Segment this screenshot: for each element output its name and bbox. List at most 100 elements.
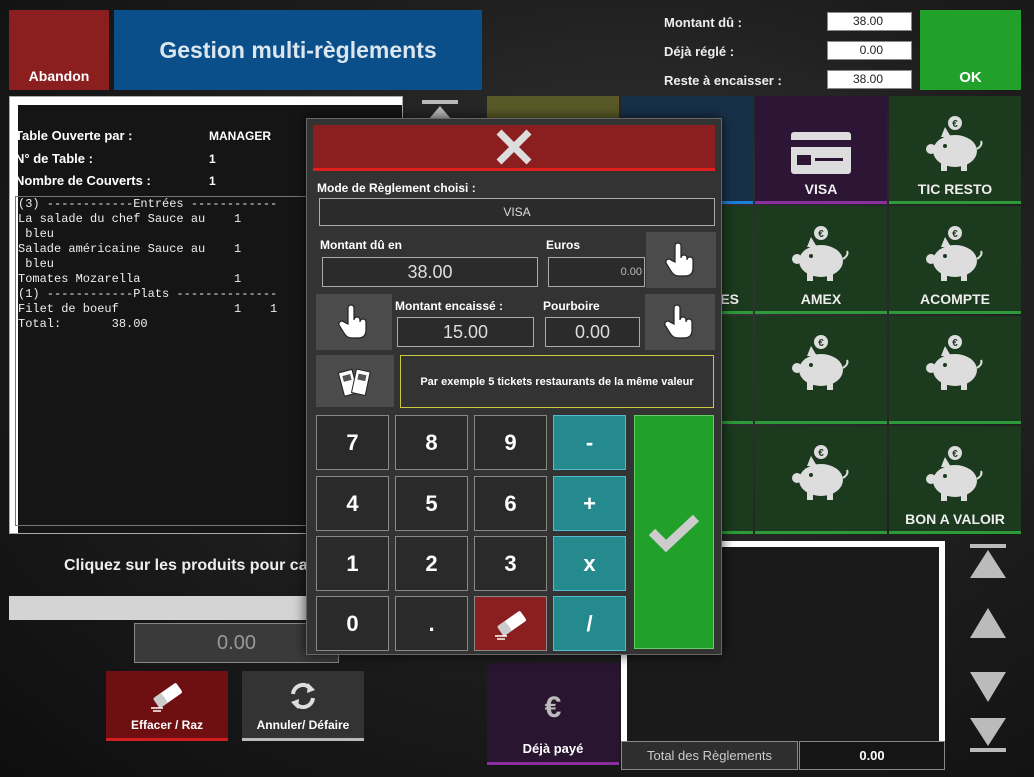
ok-button[interactable]: OK bbox=[920, 10, 1021, 90]
svg-text:€: € bbox=[952, 449, 958, 460]
piggy-bank-icon: € bbox=[926, 446, 983, 501]
clear-reset-label: Effacer / Raz bbox=[130, 718, 204, 732]
payment-bon-a-valoir-label: BON A VALOIR bbox=[905, 511, 1005, 527]
payment-bon-a-valoir-button[interactable]: € BON A VALOIR bbox=[889, 426, 1021, 534]
key-4[interactable]: 4 bbox=[316, 476, 389, 531]
abandon-label: Abandon bbox=[28, 68, 90, 84]
payment-visa-label: VISA bbox=[804, 181, 838, 197]
piggy-bank-icon: € bbox=[792, 226, 849, 281]
tip-field[interactable]: 0.00 bbox=[545, 317, 640, 347]
svg-text:€: € bbox=[818, 229, 824, 240]
hand-pointer-icon bbox=[664, 304, 693, 339]
payment-acompte-label: ACOMPTE bbox=[920, 291, 990, 307]
payment-dialog: Mode de Règlement choisi : VISA Montant … bbox=[306, 118, 722, 655]
svg-text:€: € bbox=[952, 119, 958, 130]
ticket-line: La salade du chef Sauce au 1 bbox=[18, 212, 242, 226]
product-hint: Cliquez sur les produits pour ca bbox=[64, 557, 308, 574]
euros-label: Euros bbox=[546, 238, 581, 252]
ticket-line: bleu bbox=[18, 227, 55, 241]
piggy-bank-icon: € bbox=[926, 226, 983, 281]
covers-value: 1 bbox=[209, 174, 216, 188]
key-3[interactable]: 3 bbox=[474, 536, 547, 591]
key-plus[interactable]: + bbox=[553, 476, 626, 531]
close-dialog-button[interactable] bbox=[313, 125, 715, 171]
amount-due-label: Montant dû : bbox=[664, 15, 742, 30]
key-0[interactable]: 0 bbox=[316, 596, 389, 651]
hand-pointer-button[interactable] bbox=[645, 294, 715, 350]
already-paid-value: 0.00 bbox=[827, 41, 912, 60]
table-number-value: 1 bbox=[209, 152, 216, 166]
cashed-amount-field[interactable]: 15.00 bbox=[397, 317, 534, 347]
key-8[interactable]: 8 bbox=[395, 415, 468, 470]
undo-label: Annuler/ Défaire bbox=[256, 718, 350, 732]
payment-amex-label: AMEX bbox=[800, 291, 842, 307]
tickets-icon bbox=[337, 368, 371, 397]
euro-icon: € bbox=[544, 691, 562, 724]
key-minus[interactable]: - bbox=[553, 415, 626, 470]
page-title: Gestion multi-règlements bbox=[114, 10, 482, 90]
undo-button[interactable]: Annuler/ Défaire bbox=[242, 671, 364, 741]
ticket-line: Filet de boeuf 1 1 bbox=[18, 302, 278, 316]
hand-pointer-icon bbox=[338, 304, 367, 339]
clear-reset-button[interactable]: Effacer / Raz bbox=[106, 671, 228, 741]
tickets-button[interactable] bbox=[316, 355, 394, 407]
hand-pointer-button[interactable] bbox=[646, 232, 716, 288]
credit-card-icon bbox=[791, 132, 851, 174]
key-2[interactable]: 2 bbox=[395, 536, 468, 591]
covers-label: Nombre de Couverts : bbox=[15, 173, 151, 188]
scroll-down-icon[interactable] bbox=[968, 668, 1008, 708]
ticket-line: Total: 38.00 bbox=[18, 317, 148, 331]
key-erase[interactable] bbox=[474, 596, 547, 651]
key-1[interactable]: 1 bbox=[316, 536, 389, 591]
scroll-top-icon[interactable] bbox=[968, 542, 1008, 582]
key-6[interactable]: 6 bbox=[474, 476, 547, 531]
key-divide[interactable]: / bbox=[553, 596, 626, 651]
refresh-icon bbox=[291, 682, 315, 710]
payment-button-3-2[interactable]: € bbox=[755, 316, 887, 424]
hand-pointer-button[interactable] bbox=[316, 294, 392, 350]
payment-amex-button[interactable]: € AMEX bbox=[755, 206, 887, 314]
ticket-line: (1) ------------Plats -------------- bbox=[18, 287, 278, 301]
opened-by-label: Table Ouverte par : bbox=[15, 128, 133, 143]
amount-due-value: 38.00 bbox=[827, 12, 912, 31]
tip-label: Pourboire bbox=[543, 299, 600, 313]
payment-button-3-3[interactable]: € bbox=[889, 316, 1021, 424]
key-5[interactable]: 5 bbox=[395, 476, 468, 531]
table-number-label: N° de Table : bbox=[15, 151, 93, 166]
already-paid-label: Déjà payé bbox=[522, 741, 584, 756]
ok-label: OK bbox=[959, 69, 982, 86]
due-in-label: Montant dû en bbox=[320, 238, 402, 252]
ticket-line: (3) ------------Entrées ------------ bbox=[18, 197, 278, 211]
piggy-bank-icon: € bbox=[792, 334, 849, 390]
payment-acompte-button[interactable]: € ACOMPTE bbox=[889, 206, 1021, 314]
key-dot[interactable]: . bbox=[395, 596, 468, 651]
total-payments-label: Total des Règlements bbox=[621, 741, 798, 770]
key-multiply[interactable]: x bbox=[553, 536, 626, 591]
svg-text:€: € bbox=[818, 448, 824, 459]
already-paid-button[interactable]: € Déjà payé bbox=[487, 663, 619, 765]
piggy-bank-icon: € bbox=[792, 444, 849, 500]
eraser-icon bbox=[494, 610, 526, 640]
scroll-bottom-icon[interactable] bbox=[968, 716, 1008, 756]
due-amount-field[interactable]: 38.00 bbox=[322, 257, 538, 287]
key-9[interactable]: 9 bbox=[474, 415, 547, 470]
opened-by-value: MANAGER bbox=[209, 129, 271, 143]
payment-visa-button[interactable]: VISA bbox=[755, 96, 887, 204]
euros-field[interactable]: 0.00 bbox=[548, 257, 645, 287]
ticket-lines[interactable]: (3) ------------Entrées ------------ La … bbox=[15, 196, 315, 526]
svg-text:€: € bbox=[952, 229, 958, 240]
payment-button-4-2[interactable]: € bbox=[755, 426, 887, 534]
ticket-scroll-top-icon[interactable] bbox=[422, 100, 458, 120]
already-paid-label: Déjà réglé : bbox=[664, 44, 735, 59]
scroll-up-icon[interactable] bbox=[968, 604, 1008, 644]
cashed-amount-label: Montant encaissé : bbox=[395, 299, 504, 313]
ticket-line: bleu bbox=[18, 257, 55, 271]
payment-tic-resto-button[interactable]: € TIC RESTO bbox=[889, 96, 1021, 204]
validate-button[interactable] bbox=[634, 415, 714, 649]
payment-mode-label: Mode de Règlement choisi : bbox=[317, 181, 476, 195]
piggy-bank-icon: € bbox=[926, 116, 983, 171]
abandon-button[interactable]: Abandon bbox=[9, 10, 109, 90]
key-7[interactable]: 7 bbox=[316, 415, 389, 470]
progress-bar bbox=[9, 596, 307, 620]
ticket-line: Tomates Mozarella 1 bbox=[18, 272, 242, 286]
